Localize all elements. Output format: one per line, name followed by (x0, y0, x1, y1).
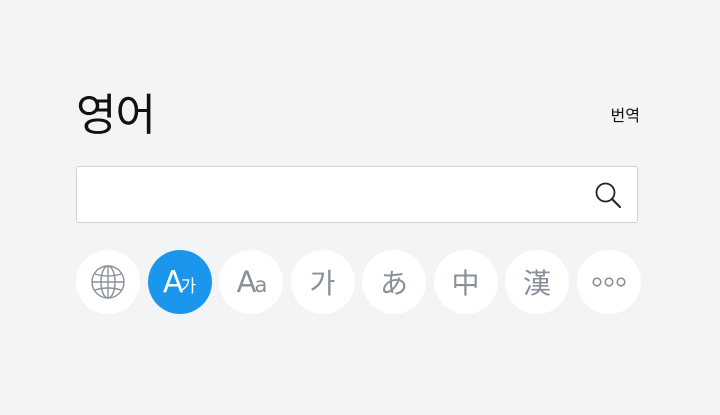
japanese-glyph: あ (379, 267, 408, 300)
page-title: 영어 (76, 90, 156, 141)
chinese-glyph: 中 (451, 267, 480, 300)
hanja-glyph: 漢 (522, 267, 551, 300)
dictionary-selector: A가 Aa 가 あ 中 漢 (76, 250, 641, 314)
english-english-glyph: Aa (236, 265, 268, 299)
translate-link[interactable]: 번역 (611, 104, 640, 128)
english-korean-glyph: A가 (162, 264, 197, 300)
dict-all-button[interactable] (76, 250, 140, 314)
more-dots-icon (591, 277, 626, 287)
search-button[interactable] (593, 180, 623, 210)
dict-korean-button[interactable]: 가 (290, 250, 355, 314)
dict-chinese-button[interactable]: 中 (433, 250, 498, 314)
search-icon (595, 182, 621, 208)
dict-english-korean-button[interactable]: A가 (147, 250, 212, 314)
search-box (76, 166, 638, 223)
korean-glyph: 가 (309, 267, 336, 300)
dict-hanja-button[interactable]: 漢 (505, 250, 569, 314)
dict-more-button[interactable] (576, 250, 641, 314)
dict-japanese-button[interactable]: あ (362, 250, 426, 314)
globe-icon (91, 265, 125, 299)
search-input[interactable] (77, 167, 577, 222)
dict-english-english-button[interactable]: Aa (219, 250, 283, 314)
